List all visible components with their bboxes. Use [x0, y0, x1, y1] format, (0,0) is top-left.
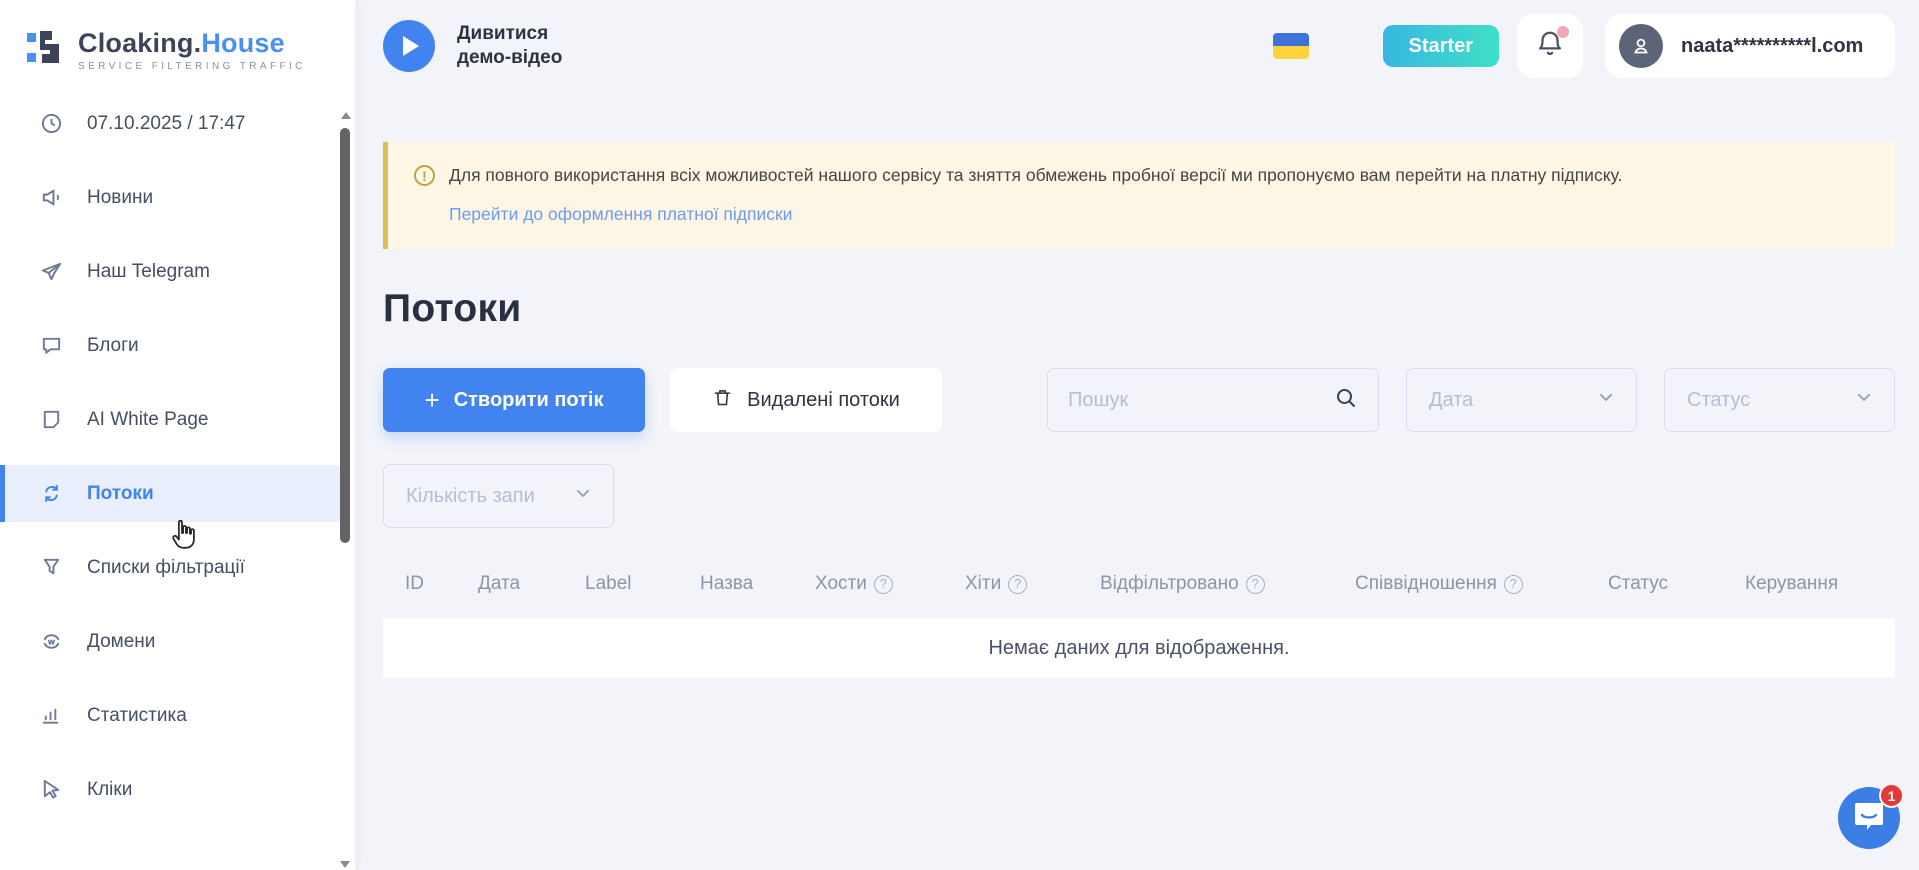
chevron-down-icon: [1854, 387, 1874, 413]
create-stream-button[interactable]: + Створити потік: [383, 368, 645, 432]
telegram-icon: [39, 260, 63, 284]
user-email: naata**********l.com: [1681, 35, 1863, 58]
sync-icon: [39, 482, 63, 506]
col-hits: Хіти?: [965, 573, 1100, 595]
brand-name: Cloaking.House: [78, 28, 285, 58]
help-icon[interactable]: ?: [1504, 575, 1523, 594]
user-menu[interactable]: naata**********l.com: [1605, 14, 1895, 78]
trial-warning-banner: ! Для повного використання всіх можливос…: [383, 142, 1895, 249]
page-icon: [39, 408, 63, 432]
clock-icon: [39, 112, 63, 136]
sidebar-nav: 07.10.2025 / 17:47 Новини Наш Telegram Б…: [0, 95, 355, 818]
col-actions: Керування: [1745, 573, 1895, 595]
sidebar-item-label: Списки фільтрації: [87, 557, 245, 579]
funnel-icon: [39, 556, 63, 580]
sidebar-item-label: Кліки: [87, 779, 132, 801]
page-title: Потоки: [383, 287, 1895, 331]
sidebar-item-ai-white-page[interactable]: AI White Page: [0, 391, 340, 448]
chevron-down-icon: [573, 483, 593, 509]
col-ratio: Співвідношення?: [1355, 573, 1608, 595]
play-demo-button[interactable]: [383, 20, 435, 72]
logo-icon: [24, 26, 66, 73]
sidebar-item-telegram[interactable]: Наш Telegram: [0, 243, 340, 300]
sidebar-scrollbar[interactable]: [339, 112, 352, 868]
deleted-streams-button[interactable]: Видалені потоки: [670, 368, 942, 432]
domain-icon: w: [39, 630, 63, 654]
avatar: [1619, 24, 1663, 68]
sidebar-item-label: Потоки: [87, 483, 154, 505]
date-filter-dropdown[interactable]: Дата: [1406, 368, 1637, 432]
svg-text:w: w: [47, 636, 55, 646]
play-icon: [403, 36, 419, 56]
col-id: ID: [405, 573, 478, 595]
sidebar-item-label: AI White Page: [87, 409, 208, 431]
controls-row: + Створити потік Видалені потоки Дата Ст…: [383, 368, 1895, 432]
megaphone-icon: [39, 186, 63, 210]
language-flag-ukraine[interactable]: [1273, 33, 1309, 59]
sidebar-item-statistics[interactable]: Статистика: [0, 687, 340, 744]
cursor-icon: [39, 778, 63, 802]
sidebar-item-label: 07.10.2025 / 17:47: [87, 113, 245, 135]
scroll-up-icon[interactable]: [341, 112, 351, 119]
sidebar-item-datetime[interactable]: 07.10.2025 / 17:47: [0, 95, 340, 152]
help-icon[interactable]: ?: [1246, 575, 1265, 594]
sidebar-item-label: Наш Telegram: [87, 261, 210, 283]
search-icon[interactable]: [1334, 386, 1358, 415]
banner-text: Для повного використання всіх можливосте…: [449, 163, 1622, 188]
table-header-row: ID Дата Label Назва Хости? Хіти? Відфіль…: [383, 573, 1895, 595]
demo-video-label[interactable]: Дивитися демо-відео: [457, 22, 562, 70]
upgrade-subscription-link[interactable]: Перейти до оформлення платної підписки: [449, 204, 792, 225]
search-box[interactable]: [1047, 368, 1379, 432]
table-empty-state: Немає даних для відображення.: [383, 618, 1895, 678]
main-content: Дивитися демо-відео Starter naata*******…: [355, 0, 1919, 870]
col-date: Дата: [478, 573, 585, 595]
col-name: Назва: [700, 573, 815, 595]
sidebar-item-blogs[interactable]: Блоги: [0, 317, 340, 374]
chat-unread-badge: 1: [1879, 783, 1904, 808]
sidebar-item-label: Новини: [87, 187, 153, 209]
bar-chart-icon: [39, 704, 63, 728]
plus-icon: +: [425, 387, 440, 413]
chat-bubble-icon: [39, 334, 63, 358]
warning-icon: !: [414, 165, 435, 186]
scrollbar-thumb[interactable]: [340, 128, 350, 543]
notifications-button[interactable]: [1517, 14, 1583, 78]
col-filtered: Відфільтровано?: [1100, 573, 1355, 595]
help-icon[interactable]: ?: [1008, 575, 1027, 594]
chat-widget-button[interactable]: 1: [1838, 787, 1900, 849]
chat-smile-icon: [1852, 800, 1886, 837]
brand-tagline: SERVICE FILTERING TRAFFIC: [78, 61, 306, 72]
sidebar-item-domains[interactable]: w Домени: [0, 613, 340, 670]
status-filter-dropdown[interactable]: Статус: [1664, 368, 1895, 432]
notification-dot: [1557, 26, 1569, 38]
logo[interactable]: Cloaking.House SERVICE FILTERING TRAFFIC: [0, 0, 355, 73]
sidebar-item-label: Статистика: [87, 705, 187, 727]
sidebar-item-filter-lists[interactable]: Списки фільтрації: [0, 539, 340, 596]
sidebar-item-label: Блоги: [87, 335, 139, 357]
plan-badge[interactable]: Starter: [1383, 25, 1499, 67]
sidebar-item-news[interactable]: Новини: [0, 169, 340, 226]
sidebar: Cloaking.House SERVICE FILTERING TRAFFIC…: [0, 0, 355, 870]
sidebar-item-clicks[interactable]: Кліки: [0, 761, 340, 818]
chevron-down-icon: [1596, 387, 1616, 413]
sidebar-item-streams[interactable]: Потоки: [0, 465, 340, 522]
col-label: Label: [585, 573, 700, 595]
sidebar-item-label: Домени: [87, 631, 155, 653]
scroll-down-icon[interactable]: [340, 861, 350, 868]
per-page-dropdown[interactable]: Кількість запи: [383, 464, 614, 528]
help-icon[interactable]: ?: [874, 575, 893, 594]
col-status: Статус: [1608, 573, 1745, 595]
topbar: Дивитися демо-відео Starter naata*******…: [383, 0, 1895, 92]
search-input[interactable]: [1068, 389, 1334, 412]
col-hosts: Хости?: [815, 573, 965, 595]
trash-icon: [712, 387, 733, 414]
